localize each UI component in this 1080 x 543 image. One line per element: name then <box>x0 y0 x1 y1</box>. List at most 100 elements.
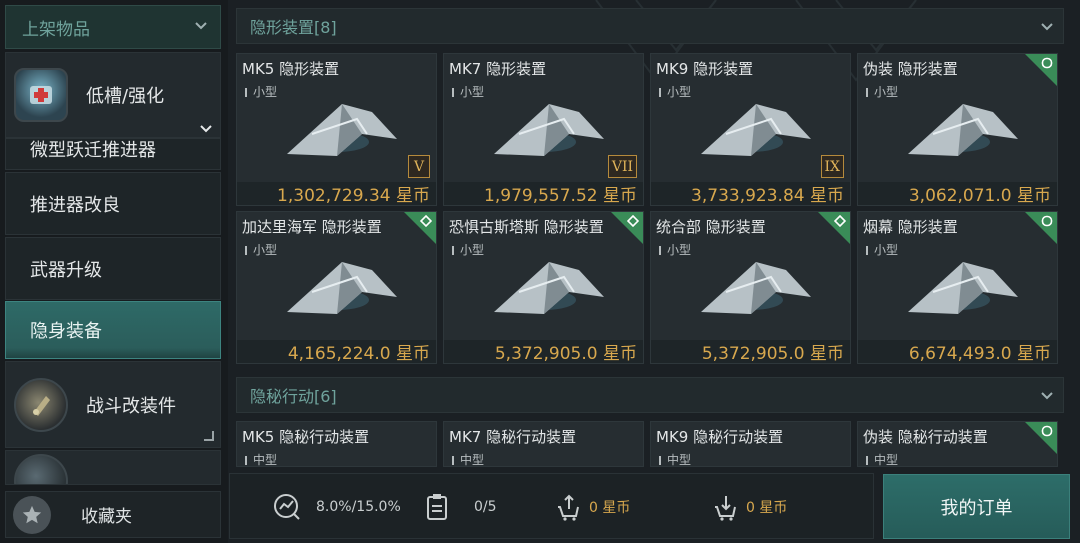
filter-label: 上架物品 <box>22 19 90 40</box>
cloak-device-icon <box>494 104 604 156</box>
diamond-tag-icon <box>420 215 432 227</box>
chevron-down-icon <box>195 22 207 30</box>
chevron-down-icon[interactable] <box>198 121 214 137</box>
category-icon <box>14 453 68 484</box>
item-price: 6,674,493.0 星币 <box>858 340 1057 363</box>
item-size: 中型 <box>659 451 691 466</box>
cloak-device-icon <box>494 262 604 314</box>
tier-badge: V <box>408 155 430 178</box>
buy-total-value: 0 星币 <box>746 500 788 516</box>
my-orders-button[interactable]: 我的订单 <box>883 474 1070 539</box>
item-size: 小型 <box>866 241 898 258</box>
category-combat-rig[interactable]: 战斗改装件 <box>5 361 221 448</box>
corner-expand-icon <box>204 431 214 441</box>
item-size: 小型 <box>245 83 277 100</box>
my-orders-label: 我的订单 <box>940 497 1013 519</box>
item-price: 5,372,905.0 星币 <box>444 340 643 363</box>
category-label: 武器升级 <box>30 259 102 281</box>
category-low-slot[interactable]: 低槽/强化 <box>5 52 221 138</box>
item-price: 1,979,557.52 星币 <box>444 182 643 205</box>
item-card[interactable]: MK7 隐秘行动装置 中型 <box>443 421 644 467</box>
item-card[interactable]: MK5 隐形装置 小型 V 1,302,729.34 星币 <box>236 53 437 206</box>
item-card[interactable]: 伪装 隐形装置 小型 3,062,071.0 星币 <box>857 53 1058 206</box>
item-size: 中型 <box>452 451 484 466</box>
item-size: 小型 <box>866 83 898 100</box>
chevron-down-icon <box>1041 23 1053 31</box>
section-title: 隐形装置[8] <box>250 18 337 37</box>
category-label: 推进器改良 <box>30 194 120 216</box>
cloak-device-icon <box>908 262 1018 314</box>
tax-value: 8.0%/15.0% <box>316 499 401 515</box>
cloak-device-icon <box>287 262 397 314</box>
category-propulsion-upgrade[interactable]: 推进器改良 <box>5 172 221 235</box>
category-label: 微型跃迁推进器 <box>30 140 156 161</box>
item-name: 恐惧古斯塔斯 隐形装置 <box>449 218 604 236</box>
sell-total-value: 0 星币 <box>589 500 631 516</box>
item-name: MK9 隐形装置 <box>656 60 754 78</box>
listed-items-filter[interactable]: 上架物品 <box>5 5 221 49</box>
cloak-device-icon <box>908 104 1018 156</box>
item-size: 中型 <box>245 451 277 466</box>
category-sidebar: 上架物品 低槽/强化 微型跃迁推进器 推进器改良 武器升级 隐身装备 战斗改装件… <box>0 0 228 543</box>
item-name: 烟幕 隐形装置 <box>863 218 958 236</box>
item-name: 伪装 隐秘行动装置 <box>863 428 988 446</box>
item-price: 1,302,729.34 星币 <box>237 182 436 205</box>
item-name: MK5 隐秘行动装置 <box>242 428 370 446</box>
item-card[interactable]: MK9 隐形装置 小型 IX 3,733,923.84 星币 <box>650 53 851 206</box>
item-name: MK7 隐秘行动装置 <box>449 428 577 446</box>
circle-tag-icon <box>1041 215 1053 227</box>
item-card[interactable]: MK9 隐秘行动装置 中型 <box>650 421 851 467</box>
category-micro-warp[interactable]: 微型跃迁推进器 <box>5 138 221 170</box>
item-price: 3,062,071.0 星币 <box>858 182 1057 205</box>
sell-total: 0 星币 <box>555 474 630 540</box>
circle-tag-icon <box>1041 57 1053 69</box>
item-list: 隐形装置[8] MK5 隐形装置 小型 V 1,302,729.34 星币 MK… <box>236 0 1074 468</box>
item-size: 小型 <box>659 83 691 100</box>
tax-rate: 8.0%/15.0% <box>272 474 401 540</box>
item-name: MK9 隐秘行动装置 <box>656 428 784 446</box>
cloak-device-icon <box>287 104 397 156</box>
item-price: 3,733,923.84 星币 <box>651 182 850 205</box>
category-next-partial[interactable] <box>5 450 221 485</box>
item-name: MK7 隐形装置 <box>449 60 547 78</box>
category-label: 隐身装备 <box>30 321 102 342</box>
star-icon <box>13 495 51 534</box>
buy-total: 0 星币 <box>712 474 787 540</box>
category-label: 低槽/强化 <box>86 86 165 107</box>
item-size: 小型 <box>452 241 484 258</box>
cloak-device-icon <box>701 262 811 314</box>
item-card[interactable]: 统合部 隐形装置 小型 5,372,905.0 星币 <box>650 211 851 364</box>
order-count: 0/5 <box>426 474 497 540</box>
item-card[interactable]: 加达里海军 隐形装置 小型 4,165,224.0 星币 <box>236 211 437 364</box>
item-price: 4,165,224.0 星币 <box>237 340 436 363</box>
category-cloaking-selected[interactable]: 隐身装备 <box>5 301 221 359</box>
item-price: 5,372,905.0 星币 <box>651 340 850 363</box>
cart-upload-icon <box>558 494 579 521</box>
item-name: 统合部 隐形装置 <box>656 218 766 236</box>
item-card[interactable]: MK5 隐秘行动装置 中型 <box>236 421 437 467</box>
clipboard-icon <box>427 494 447 520</box>
section-header-cloak[interactable]: 隐形装置[8] <box>236 8 1064 44</box>
chevron-down-icon <box>1041 392 1053 400</box>
diamond-tag-icon <box>834 215 846 227</box>
circle-tag-icon <box>1041 425 1053 437</box>
section-header-covert-ops[interactable]: 隐秘行动[6] <box>236 377 1064 413</box>
item-card[interactable]: 恐惧古斯塔斯 隐形装置 小型 5,372,905.0 星币 <box>443 211 644 364</box>
item-card[interactable]: MK7 隐形装置 小型 VII 1,979,557.52 星币 <box>443 53 644 206</box>
item-size: 中型 <box>866 451 898 466</box>
item-size: 小型 <box>452 83 484 100</box>
category-weapon-upgrade[interactable]: 武器升级 <box>5 237 221 300</box>
category-label: 战斗改装件 <box>86 395 176 417</box>
tier-badge: IX <box>820 155 844 178</box>
rig-icon <box>14 377 68 432</box>
item-card[interactable]: 伪装 隐秘行动装置 中型 <box>857 421 1058 467</box>
item-card[interactable]: 烟幕 隐形装置 小型 6,674,493.0 星币 <box>857 211 1058 364</box>
cart-download-icon <box>715 496 736 521</box>
module-icon <box>14 68 68 122</box>
item-name: 伪装 隐形装置 <box>863 60 958 78</box>
item-name: MK5 隐形装置 <box>242 60 340 78</box>
section-title: 隐秘行动[6] <box>250 387 337 406</box>
item-name: 加达里海军 隐形装置 <box>242 218 382 236</box>
tier-badge: VII <box>607 155 637 178</box>
favorites-button[interactable]: 收藏夹 <box>5 491 221 538</box>
